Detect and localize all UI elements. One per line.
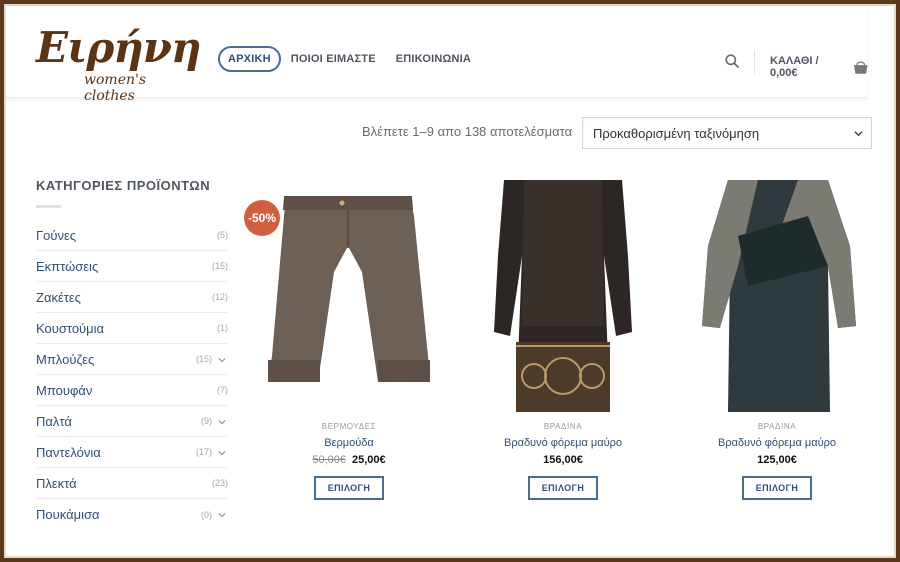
product-card[interactable]: ΒΡΑΔΙΝΑ Βραδυνό φόρεμα μαύρο 125,00€ ΕΠΙ… bbox=[678, 176, 876, 500]
category-name[interactable]: Παλτά bbox=[36, 414, 72, 429]
select-options-button[interactable]: ΕΠΙΛΟΓΗ bbox=[313, 476, 385, 500]
logo-name: Ειρήνη bbox=[36, 23, 201, 72]
product-price: 50,00€ 25,00€ bbox=[250, 454, 448, 466]
sidebar-category-item[interactable]: Πουκάμισα (0) bbox=[36, 499, 228, 530]
sidebar-category-item[interactable]: Γούνες (5) bbox=[36, 220, 228, 251]
sidebar-category-item[interactable]: Κουστούμια (1) bbox=[36, 313, 228, 344]
category-name[interactable]: Κουστούμια bbox=[36, 321, 104, 336]
chevron-down-icon[interactable] bbox=[218, 449, 226, 457]
sidebar-category-item[interactable]: Μπλούζες (15) bbox=[36, 344, 228, 375]
category-count: (0) bbox=[201, 509, 212, 520]
sidebar-title: ΚΑΤΗΓΟΡΙΕΣ ΠΡΟΪΟΝΤΩΝ bbox=[36, 178, 211, 193]
header-divider bbox=[754, 50, 755, 74]
category-list: Γούνες (5) Εκπτώσεις (15) Ζακέτες (12) Κουστού… bbox=[36, 220, 228, 530]
site-logo[interactable]: Ειρήνη women's clothes bbox=[36, 24, 201, 105]
category-count: (7) bbox=[217, 385, 228, 395]
page-frame: Ειρήνη women's clothes ΑΡΧΙΚΗ ΠΟΙΟΙ ΕΙΜΑ… bbox=[4, 4, 896, 558]
product-image[interactable]: -50% bbox=[244, 176, 448, 414]
nav-item-home[interactable]: ΑΡΧΙΚΗ bbox=[218, 46, 281, 72]
product-name[interactable]: Βραδυνό φόρεμα μαύρο bbox=[464, 437, 662, 449]
category-count: (15) bbox=[195, 354, 212, 364]
sidebar-category-item[interactable]: Μπουφάν (7) bbox=[36, 375, 228, 406]
nav-item-contact[interactable]: ΕΠΙΚΟΙΝΩΝΙΑ bbox=[396, 53, 471, 65]
category-count: (23) bbox=[211, 478, 228, 488]
shorts-image bbox=[268, 196, 430, 382]
cart-link[interactable]: ΚΑΛΑΘΙ / 0,00€ bbox=[770, 55, 868, 79]
product-card[interactable]: ΒΡΑΔΙΝΑ Βραδυνό φόρεμα μαύρο 156,00€ ΕΠΙ… bbox=[464, 176, 662, 500]
category-count: (1) bbox=[217, 323, 228, 333]
product-image[interactable] bbox=[678, 176, 876, 414]
product-old-price: 50,00€ bbox=[312, 454, 346, 466]
cart-label: ΚΑΛΑΘΙ / 0,00€ bbox=[770, 55, 819, 79]
site-header: Ειρήνη women's clothes ΑΡΧΙΚΗ ΠΟΙΟΙ ΕΙΜΑ… bbox=[6, 6, 868, 105]
category-sidebar: ΚΑΤΗΓΟΡΙΕΣ ΠΡΟΪΟΝΤΩΝ Γούνες (5) Εκπτώσεις (… bbox=[36, 178, 228, 530]
chevron-down-icon[interactable] bbox=[218, 356, 226, 364]
category-count: (15) bbox=[211, 261, 228, 271]
category-name[interactable]: Παντελόνια bbox=[36, 445, 101, 460]
chevron-down-icon[interactable] bbox=[218, 418, 226, 426]
nav-item-about[interactable]: ΠΟΙΟΙ ΕΙΜΑΣΤΕ bbox=[291, 53, 376, 65]
category-name[interactable]: Μπλούζες bbox=[36, 352, 94, 367]
logo-tagline: women's clothes bbox=[84, 72, 147, 104]
product-category[interactable]: ΒΡΑΔΙΝΑ bbox=[464, 422, 662, 431]
product-image[interactable] bbox=[464, 176, 662, 414]
cart-icon bbox=[853, 61, 868, 74]
chevron-down-icon bbox=[854, 131, 863, 137]
category-name[interactable]: Μπουφάν bbox=[36, 383, 92, 398]
category-name[interactable]: Εκπτώσεις bbox=[36, 259, 98, 274]
category-name[interactable]: Πουκάμισα bbox=[36, 507, 100, 522]
category-name[interactable]: Γούνες bbox=[36, 228, 76, 243]
category-count: (12) bbox=[211, 292, 228, 302]
product-sale-price: 25,00€ bbox=[352, 454, 386, 466]
product-name[interactable]: Βραδυνό φόρεμα μαύρο bbox=[678, 437, 876, 449]
dress-image bbox=[702, 180, 856, 412]
select-options-button[interactable]: ΕΠΙΛΟΓΗ bbox=[741, 476, 813, 500]
sidebar-category-item[interactable]: Εκπτώσεις (15) bbox=[36, 251, 228, 282]
sidebar-category-item[interactable]: Παντελόνια (17) bbox=[36, 437, 228, 468]
sidebar-category-item[interactable]: Πλεκτά (23) bbox=[36, 468, 228, 499]
product-category[interactable]: ΒΡΑΔΙΝΑ bbox=[678, 422, 876, 431]
sort-selected-value: Προκαθορισμένη ταξινόμηση bbox=[593, 126, 760, 141]
sidebar-divider bbox=[36, 205, 61, 208]
category-count: (9) bbox=[201, 416, 212, 426]
sort-select[interactable]: Προκαθορισμένη ταξινόμηση bbox=[582, 117, 872, 149]
select-options-button[interactable]: ΕΠΙΛΟΓΗ bbox=[527, 476, 599, 500]
category-count: (17) bbox=[195, 447, 212, 457]
sidebar-category-item[interactable]: Παλτά (9) bbox=[36, 406, 228, 437]
sidebar-category-item[interactable]: Ζακέτες (12) bbox=[36, 282, 228, 313]
product-price: 125,00€ bbox=[757, 454, 797, 466]
product-price: 156,00€ bbox=[543, 454, 583, 466]
dress-image bbox=[494, 180, 632, 412]
chevron-down-icon[interactable] bbox=[218, 511, 226, 519]
results-count: Βλέπετε 1–9 απο 138 αποτελέσματα bbox=[362, 124, 573, 139]
product-card[interactable]: -50% ΒΕΡΜΟΥΔΕΣ Βερμούδα 50,00€ 25,00€ ΕΠΙ… bbox=[244, 176, 448, 500]
product-name[interactable]: Βερμούδα bbox=[250, 437, 448, 449]
category-count: (5) bbox=[217, 230, 228, 240]
main-nav: ΑΡΧΙΚΗ ΠΟΙΟΙ ΕΙΜΑΣΤΕ ΕΠΙΚΟΙΝΩΝΙΑ bbox=[218, 46, 491, 72]
sale-badge: -50% bbox=[244, 200, 280, 236]
search-icon[interactable] bbox=[725, 54, 739, 68]
product-category[interactable]: ΒΕΡΜΟΥΔΕΣ bbox=[250, 422, 448, 431]
category-name[interactable]: Πλεκτά bbox=[36, 476, 77, 491]
category-name[interactable]: Ζακέτες bbox=[36, 290, 81, 305]
